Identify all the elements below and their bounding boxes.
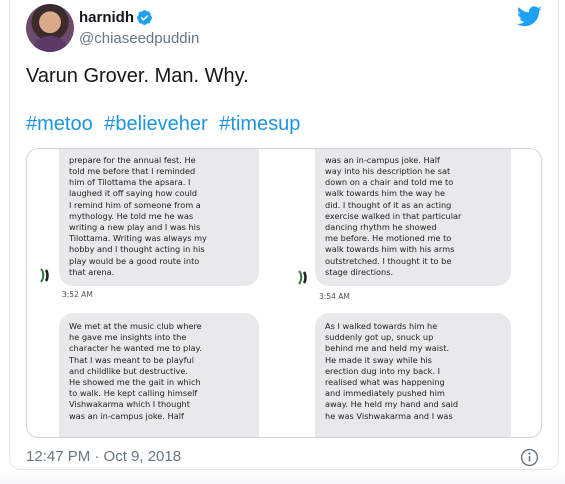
chat-message-line: he gave me insights into the: [69, 332, 187, 343]
hashtag-link[interactable]: #timesup: [219, 113, 300, 135]
chat-message-line: did. I thought of it as an acting: [325, 199, 452, 210]
chat-message-line: He showed me the gait in which: [69, 377, 201, 388]
chat-message-line: outstretched. I thought it to be: [325, 255, 452, 266]
author-avatar[interactable]: [26, 4, 74, 52]
chat-contact-icon: [291, 265, 315, 289]
chat-message-line: to walk. He kept calling himself: [69, 388, 198, 399]
chat-message-line: walk towards him the way he: [325, 188, 446, 199]
chat-message-line: laughed it off saying how could: [69, 188, 198, 199]
chat-message-line: We met at the music club where: [69, 321, 202, 331]
chat-message-line: me before. He motioned me to: [325, 233, 452, 244]
info-icon[interactable]: [520, 448, 539, 467]
author-handle[interactable]: @chiaseedpuddin: [79, 30, 199, 47]
chat-message-line: down on a chair and told me to: [325, 177, 454, 188]
chat-message-line: play would be a good route into: [69, 255, 200, 266]
chat-message-line: He made it sway while his: [325, 354, 432, 365]
chat-message-line: exercise walked in that particular: [325, 210, 462, 221]
chat-message-line: realised what was happening: [325, 377, 445, 388]
chat-bubble: As I walked towards him he suddenly got u…: [315, 313, 511, 437]
chat-message-line: he was Vishwakarma and I was: [325, 410, 453, 421]
chat-time: 3:52 AM: [62, 290, 93, 299]
avatar-figure: [34, 36, 66, 52]
chat-message-line: Tilottama. Writing was always my: [69, 233, 207, 244]
chat-message-line: was an in-campus joke. Half: [325, 154, 440, 165]
chat-message-line: character he wanted me to play.: [69, 343, 202, 354]
chat-bubble: We met at the music club where he gave me…: [59, 313, 259, 437]
verified-badge-icon: [137, 10, 152, 25]
chat-message-line: walk towards him with his arms: [325, 244, 455, 255]
chat-bubble: was an in-campus joke. Half way into his …: [315, 149, 511, 286]
chat-message-line: writing a new play and I was his: [69, 221, 201, 232]
bottom-fade: [0, 470, 565, 484]
chat-message-line: suddenly got up, snuck up: [325, 332, 434, 343]
chat-message-text: As I walked towards him he suddenly got u…: [325, 321, 503, 422]
chat-message-line: dancing rhythm he showed: [325, 221, 437, 232]
hashtag-link[interactable]: #metoo: [26, 113, 93, 135]
chat-message-line: told me before that I reminded: [69, 165, 196, 176]
chat-message-line: stage directions.: [325, 266, 394, 277]
chat-message-line: and immediately pushed him: [325, 388, 445, 399]
chat-message-line: That I was meant to be playful: [69, 354, 194, 365]
chat-message-line: that arena.: [69, 266, 115, 277]
chat-message-line: I remind him of someone from a: [69, 199, 201, 210]
tweet-timestamp[interactable]: 12:47 PM · Oct 9, 2018: [26, 448, 181, 465]
chat-message-line: was an in-campus joke. Half: [69, 410, 184, 421]
hashtag-link[interactable]: #believeher: [104, 113, 207, 135]
chat-time: 3:54 AM: [319, 292, 350, 301]
chat-message-line: prepare for the annual fest. He: [69, 154, 196, 165]
chat-message-line: mythology. He told me he was: [69, 210, 194, 221]
chat-message-line: him of Tilottama the apsara. I: [69, 177, 191, 188]
twitter-bird-icon[interactable]: [517, 6, 542, 27]
tweet-media-image[interactable]: prepare for the annual fest. He told me b…: [26, 148, 542, 438]
chat-bubble: prepare for the annual fest. He told me b…: [59, 149, 259, 286]
chat-message-line: behind me and held my waist.: [325, 343, 450, 354]
chat-message-line: way into his description he sat: [325, 165, 451, 176]
tweet-hashtags: #metoo #believeher #timesup: [26, 114, 306, 134]
chat-message-text: was an in-campus joke. Half way into his …: [325, 155, 503, 278]
chat-message-line: away. He held my hand and said: [325, 399, 459, 410]
chat-message-line: erection dug into my back. I: [325, 365, 441, 376]
chat-message-line: and childlike but destructive.: [69, 365, 189, 376]
tweet-text: Varun Grover. Man. Why.: [26, 65, 249, 87]
chat-contact-icon: [33, 263, 57, 287]
chat-message-line: As I walked towards him he: [325, 321, 438, 331]
chat-message-line: Vishwakarma which I thought: [69, 399, 190, 410]
chat-message-line: hobby and I thought acting in his: [69, 244, 205, 255]
chat-message-text: We met at the music club where he gave me…: [69, 321, 251, 422]
chat-message-text: prepare for the annual fest. He told me b…: [69, 155, 251, 278]
author-display-name[interactable]: harnidh: [79, 9, 134, 26]
